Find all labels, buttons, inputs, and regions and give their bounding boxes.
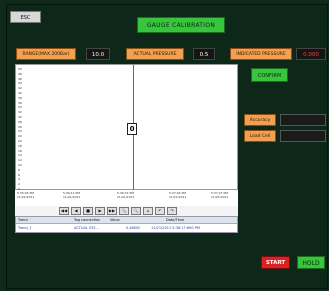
col-datetime: Date/Time (166, 218, 185, 222)
home-button[interactable]: ⌂ (143, 207, 153, 215)
y-tick-label: 46 (18, 76, 22, 81)
y-tick-label: 36 (18, 100, 22, 105)
accuracy-label: Accuracy (244, 114, 276, 126)
y-tick-label: 26 (18, 124, 22, 129)
prev-button[interactable]: ◀ (71, 207, 81, 215)
y-tick-label: 38 (18, 95, 22, 100)
y-tick-label: 44 (18, 81, 22, 86)
start-button[interactable]: START (261, 256, 290, 269)
cell-trend: Trend_1 (18, 226, 32, 230)
y-tick-label: 40 (18, 91, 22, 95)
y-tick-label: 18 (18, 143, 22, 148)
trend-toolbar: ◀◀ ◀ ■ ▶ ▶▶ 🔍 🔍 ⌂ ↶ ↷ (15, 206, 238, 216)
indicated-pressure-value: 0.000 (296, 48, 326, 60)
y-tick-label: 34 (18, 105, 22, 110)
y-tick-label: 8 (18, 167, 20, 172)
confirm-button[interactable]: CONFIRM (251, 68, 288, 82)
y-tick-label: 42 (18, 86, 22, 91)
x-tick-label: 5:36:12 PM 11/21/2011 (63, 191, 81, 199)
undo-button[interactable]: ↶ (155, 207, 165, 215)
hold-button[interactable]: HOLD (297, 256, 325, 269)
trend-plot[interactable]: 50 48 46 44 42 40 38 36 34 32 30 28 26 24 22 20 18 16 14 12… (15, 64, 238, 191)
y-tick-label: 28 (18, 119, 22, 124)
zoom-out-button[interactable]: 🔍 (131, 207, 141, 215)
x-axis: 5:35:45 PM 11/21/2011 5:36:12 PM 11/21/2011… (15, 190, 238, 206)
y-tick-label: 50 (18, 67, 22, 71)
col-trend: Trend (18, 218, 28, 222)
y-tick-label: 4 (18, 177, 20, 182)
table-header: Trend Tag connection Value Date/Time (16, 217, 237, 224)
y-tick-label: 6 (18, 172, 20, 177)
col-value: Value (110, 218, 120, 222)
y-tick-label: 16 (18, 148, 22, 153)
actual-pressure-label: ACTUAL PRESSURE (126, 48, 184, 60)
x-tick-label: 5:35:45 PM 11/21/2011 (17, 191, 35, 199)
col-tag-connection: Tag connection (74, 218, 101, 222)
load-cell-field (280, 130, 326, 142)
last-page-button[interactable]: ▶▶ (107, 207, 117, 215)
table-row[interactable]: Trend_1 ACTUAL SYS... 0.46000 11/21/2011… (16, 225, 237, 232)
esc-button[interactable]: ESC (10, 11, 41, 23)
next-button[interactable]: ▶ (95, 207, 105, 215)
y-tick-label: 22 (18, 134, 22, 139)
y-tick-label: 2 (18, 182, 20, 187)
zoom-in-button[interactable]: 🔍 (119, 207, 129, 215)
first-page-button[interactable]: ◀◀ (59, 207, 69, 215)
trend-cursor-value[interactable]: 0 (127, 123, 137, 135)
y-tick-label: 48 (18, 71, 22, 76)
page-title: GAUGE CALIBRATION (137, 17, 225, 33)
y-tick-label: 20 (18, 139, 22, 143)
x-tick-label: 5:37:27 PM 11/21/2011 (211, 191, 229, 199)
y-tick-label: 12 (18, 158, 22, 163)
indicated-pressure-label: INDICATED PRESSURE (230, 48, 292, 60)
trend-value-table: Trend Tag connection Value Date/Time Tre… (15, 216, 238, 233)
actual-pressure-value: 0.5 (193, 48, 215, 60)
cell-datetime: 11/21/2011 5:36:17:690 PM (151, 226, 200, 230)
accuracy-field (280, 114, 326, 126)
redo-button[interactable]: ↷ (167, 207, 177, 215)
y-tick-label: 24 (18, 129, 22, 134)
y-tick-label: 32 (18, 110, 22, 115)
load-cell-label: Load Cell (244, 130, 276, 142)
cell-tag: ACTUAL SYS... (74, 226, 99, 230)
x-tick-label: 5:36:37 PM 11/21/2011 (117, 191, 135, 199)
range-input[interactable]: 10.0 (86, 48, 110, 60)
x-tick-label: 5:37:02 PM 11/21/2011 (169, 191, 187, 199)
y-tick-label: 30 (18, 115, 22, 119)
y-tick-label: 10 (18, 163, 22, 167)
range-label: RANGE(MAX.200Bar) (16, 48, 76, 60)
cell-value: 0.46000 (126, 226, 141, 230)
stop-button[interactable]: ■ (83, 207, 93, 215)
y-tick-label: 14 (18, 153, 22, 158)
